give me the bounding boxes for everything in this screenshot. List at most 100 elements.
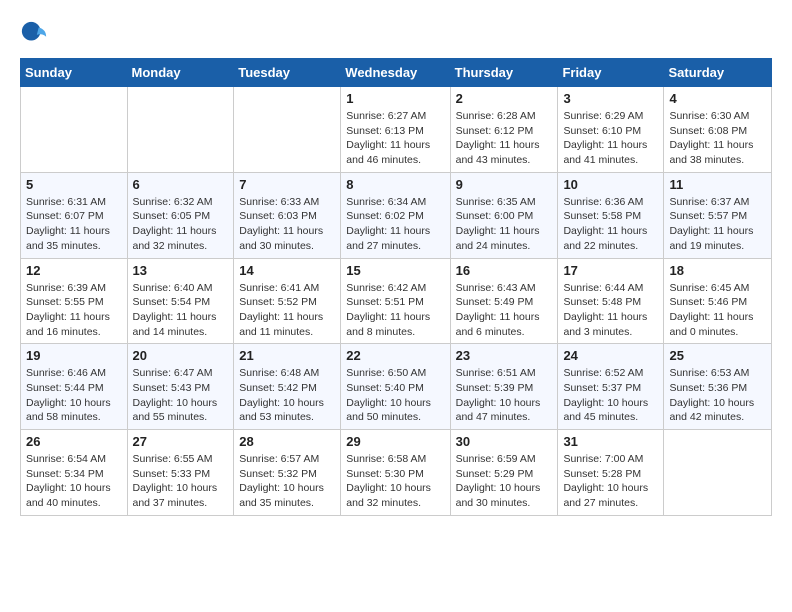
day-info: Sunrise: 6:34 AM Sunset: 6:02 PM Dayligh… (346, 195, 444, 254)
day-info: Sunrise: 6:59 AM Sunset: 5:29 PM Dayligh… (456, 452, 553, 511)
calendar-day-cell: 17 Sunrise: 6:44 AM Sunset: 5:48 PM Dayli… (558, 258, 664, 344)
weekday-header-thursday: Thursday (450, 59, 558, 87)
day-info: Sunrise: 6:47 AM Sunset: 5:43 PM Dayligh… (133, 366, 229, 425)
calendar-week-row: 19 Sunrise: 6:46 AM Sunset: 5:44 PM Dayli… (21, 344, 772, 430)
day-number: 5 (26, 177, 122, 192)
calendar-day-cell: 31 Sunrise: 7:00 AM Sunset: 5:28 PM Dayli… (558, 430, 664, 516)
calendar-day-cell: 6Sunrise: 6:32 AM Sunset: 6:05 PM Daylig… (127, 172, 234, 258)
calendar-day-cell: 3 Sunrise: 6:29 AM Sunset: 6:10 PM Daylig… (558, 87, 664, 173)
day-info: Sunrise: 6:42 AM Sunset: 5:51 PM Dayligh… (346, 281, 444, 340)
weekday-header-saturday: Saturday (664, 59, 772, 87)
calendar-day-cell (127, 87, 234, 173)
calendar-day-cell (21, 87, 128, 173)
day-info: Sunrise: 6:30 AM Sunset: 6:08 PM Dayligh… (669, 109, 766, 168)
day-number: 17 (563, 263, 658, 278)
day-info: Sunrise: 6:55 AM Sunset: 5:33 PM Dayligh… (133, 452, 229, 511)
day-number: 15 (346, 263, 444, 278)
day-info: Sunrise: 6:53 AM Sunset: 5:36 PM Dayligh… (669, 366, 766, 425)
day-info: Sunrise: 6:52 AM Sunset: 5:37 PM Dayligh… (563, 366, 658, 425)
calendar-day-cell: 24 Sunrise: 6:52 AM Sunset: 5:37 PM Dayli… (558, 344, 664, 430)
weekday-header-tuesday: Tuesday (234, 59, 341, 87)
day-number: 14 (239, 263, 335, 278)
day-info: Sunrise: 6:43 AM Sunset: 5:49 PM Dayligh… (456, 281, 553, 340)
calendar-day-cell: 2 Sunrise: 6:28 AM Sunset: 6:12 PM Daylig… (450, 87, 558, 173)
calendar-day-cell: 10 Sunrise: 6:36 AM Sunset: 5:58 PM Dayli… (558, 172, 664, 258)
calendar-day-cell: 7Sunrise: 6:33 AM Sunset: 6:03 PM Daylig… (234, 172, 341, 258)
day-info: Sunrise: 6:58 AM Sunset: 5:30 PM Dayligh… (346, 452, 444, 511)
day-number: 2 (456, 91, 553, 106)
day-info: Sunrise: 6:51 AM Sunset: 5:39 PM Dayligh… (456, 366, 553, 425)
day-info: Sunrise: 6:54 AM Sunset: 5:34 PM Dayligh… (26, 452, 122, 511)
day-info: Sunrise: 7:00 AM Sunset: 5:28 PM Dayligh… (563, 452, 658, 511)
logo (20, 20, 52, 48)
day-number: 28 (239, 434, 335, 449)
calendar-day-cell: 9 Sunrise: 6:35 AM Sunset: 6:00 PM Daylig… (450, 172, 558, 258)
day-number: 31 (563, 434, 658, 449)
day-number: 23 (456, 348, 553, 363)
day-info: Sunrise: 6:41 AM Sunset: 5:52 PM Dayligh… (239, 281, 335, 340)
calendar-table: SundayMondayTuesdayWednesdayThursdayFrid… (20, 58, 772, 516)
logo-icon (20, 20, 48, 48)
day-info: Sunrise: 6:37 AM Sunset: 5:57 PM Dayligh… (669, 195, 766, 254)
day-info: Sunrise: 6:39 AM Sunset: 5:55 PM Dayligh… (26, 281, 122, 340)
day-number: 16 (456, 263, 553, 278)
calendar-day-cell: 23 Sunrise: 6:51 AM Sunset: 5:39 PM Dayli… (450, 344, 558, 430)
calendar-day-cell: 29 Sunrise: 6:58 AM Sunset: 5:30 PM Dayli… (341, 430, 450, 516)
weekday-header-wednesday: Wednesday (341, 59, 450, 87)
weekday-header-friday: Friday (558, 59, 664, 87)
day-info: Sunrise: 6:46 AM Sunset: 5:44 PM Dayligh… (26, 366, 122, 425)
calendar-day-cell: 1 Sunrise: 6:27 AM Sunset: 6:13 PM Daylig… (341, 87, 450, 173)
day-info: Sunrise: 6:44 AM Sunset: 5:48 PM Dayligh… (563, 281, 658, 340)
day-number: 25 (669, 348, 766, 363)
calendar-day-cell: 16 Sunrise: 6:43 AM Sunset: 5:49 PM Dayli… (450, 258, 558, 344)
day-info: Sunrise: 6:33 AM Sunset: 6:03 PM Dayligh… (239, 195, 335, 254)
day-info: Sunrise: 6:40 AM Sunset: 5:54 PM Dayligh… (133, 281, 229, 340)
day-number: 29 (346, 434, 444, 449)
day-number: 9 (456, 177, 553, 192)
day-number: 3 (563, 91, 658, 106)
weekday-header-monday: Monday (127, 59, 234, 87)
day-info: Sunrise: 6:28 AM Sunset: 6:12 PM Dayligh… (456, 109, 553, 168)
page-header (20, 20, 772, 48)
day-number: 24 (563, 348, 658, 363)
day-number: 30 (456, 434, 553, 449)
day-info: Sunrise: 6:31 AM Sunset: 6:07 PM Dayligh… (26, 195, 122, 254)
calendar-week-row: 26 Sunrise: 6:54 AM Sunset: 5:34 PM Dayli… (21, 430, 772, 516)
day-number: 1 (346, 91, 444, 106)
calendar-day-cell: 27 Sunrise: 6:55 AM Sunset: 5:33 PM Dayli… (127, 430, 234, 516)
day-number: 11 (669, 177, 766, 192)
calendar-day-cell (234, 87, 341, 173)
day-number: 8 (346, 177, 444, 192)
calendar-day-cell: 30 Sunrise: 6:59 AM Sunset: 5:29 PM Dayli… (450, 430, 558, 516)
day-info: Sunrise: 6:45 AM Sunset: 5:46 PM Dayligh… (669, 281, 766, 340)
day-number: 18 (669, 263, 766, 278)
calendar-body: 1 Sunrise: 6:27 AM Sunset: 6:13 PM Daylig… (21, 87, 772, 516)
calendar-day-cell: 12 Sunrise: 6:39 AM Sunset: 5:55 PM Dayli… (21, 258, 128, 344)
day-number: 19 (26, 348, 122, 363)
day-info: Sunrise: 6:57 AM Sunset: 5:32 PM Dayligh… (239, 452, 335, 511)
day-number: 6 (133, 177, 229, 192)
calendar-day-cell: 13Sunrise: 6:40 AM Sunset: 5:54 PM Dayli… (127, 258, 234, 344)
day-info: Sunrise: 6:29 AM Sunset: 6:10 PM Dayligh… (563, 109, 658, 168)
calendar-day-cell: 8 Sunrise: 6:34 AM Sunset: 6:02 PM Daylig… (341, 172, 450, 258)
calendar-day-cell (664, 430, 772, 516)
day-number: 21 (239, 348, 335, 363)
day-info: Sunrise: 6:50 AM Sunset: 5:40 PM Dayligh… (346, 366, 444, 425)
day-number: 4 (669, 91, 766, 106)
weekday-header-row: SundayMondayTuesdayWednesdayThursdayFrid… (21, 59, 772, 87)
day-info: Sunrise: 6:27 AM Sunset: 6:13 PM Dayligh… (346, 109, 444, 168)
calendar-day-cell: 15 Sunrise: 6:42 AM Sunset: 5:51 PM Dayli… (341, 258, 450, 344)
calendar-day-cell: 28 Sunrise: 6:57 AM Sunset: 5:32 PM Dayli… (234, 430, 341, 516)
day-number: 10 (563, 177, 658, 192)
calendar-day-cell: 19 Sunrise: 6:46 AM Sunset: 5:44 PM Dayli… (21, 344, 128, 430)
day-info: Sunrise: 6:36 AM Sunset: 5:58 PM Dayligh… (563, 195, 658, 254)
calendar-week-row: 5 Sunrise: 6:31 AM Sunset: 6:07 PM Daylig… (21, 172, 772, 258)
day-number: 27 (133, 434, 229, 449)
day-info: Sunrise: 6:35 AM Sunset: 6:00 PM Dayligh… (456, 195, 553, 254)
day-number: 12 (26, 263, 122, 278)
day-info: Sunrise: 6:48 AM Sunset: 5:42 PM Dayligh… (239, 366, 335, 425)
calendar-day-cell: 21 Sunrise: 6:48 AM Sunset: 5:42 PM Dayli… (234, 344, 341, 430)
day-number: 22 (346, 348, 444, 363)
day-number: 26 (26, 434, 122, 449)
weekday-header-sunday: Sunday (21, 59, 128, 87)
